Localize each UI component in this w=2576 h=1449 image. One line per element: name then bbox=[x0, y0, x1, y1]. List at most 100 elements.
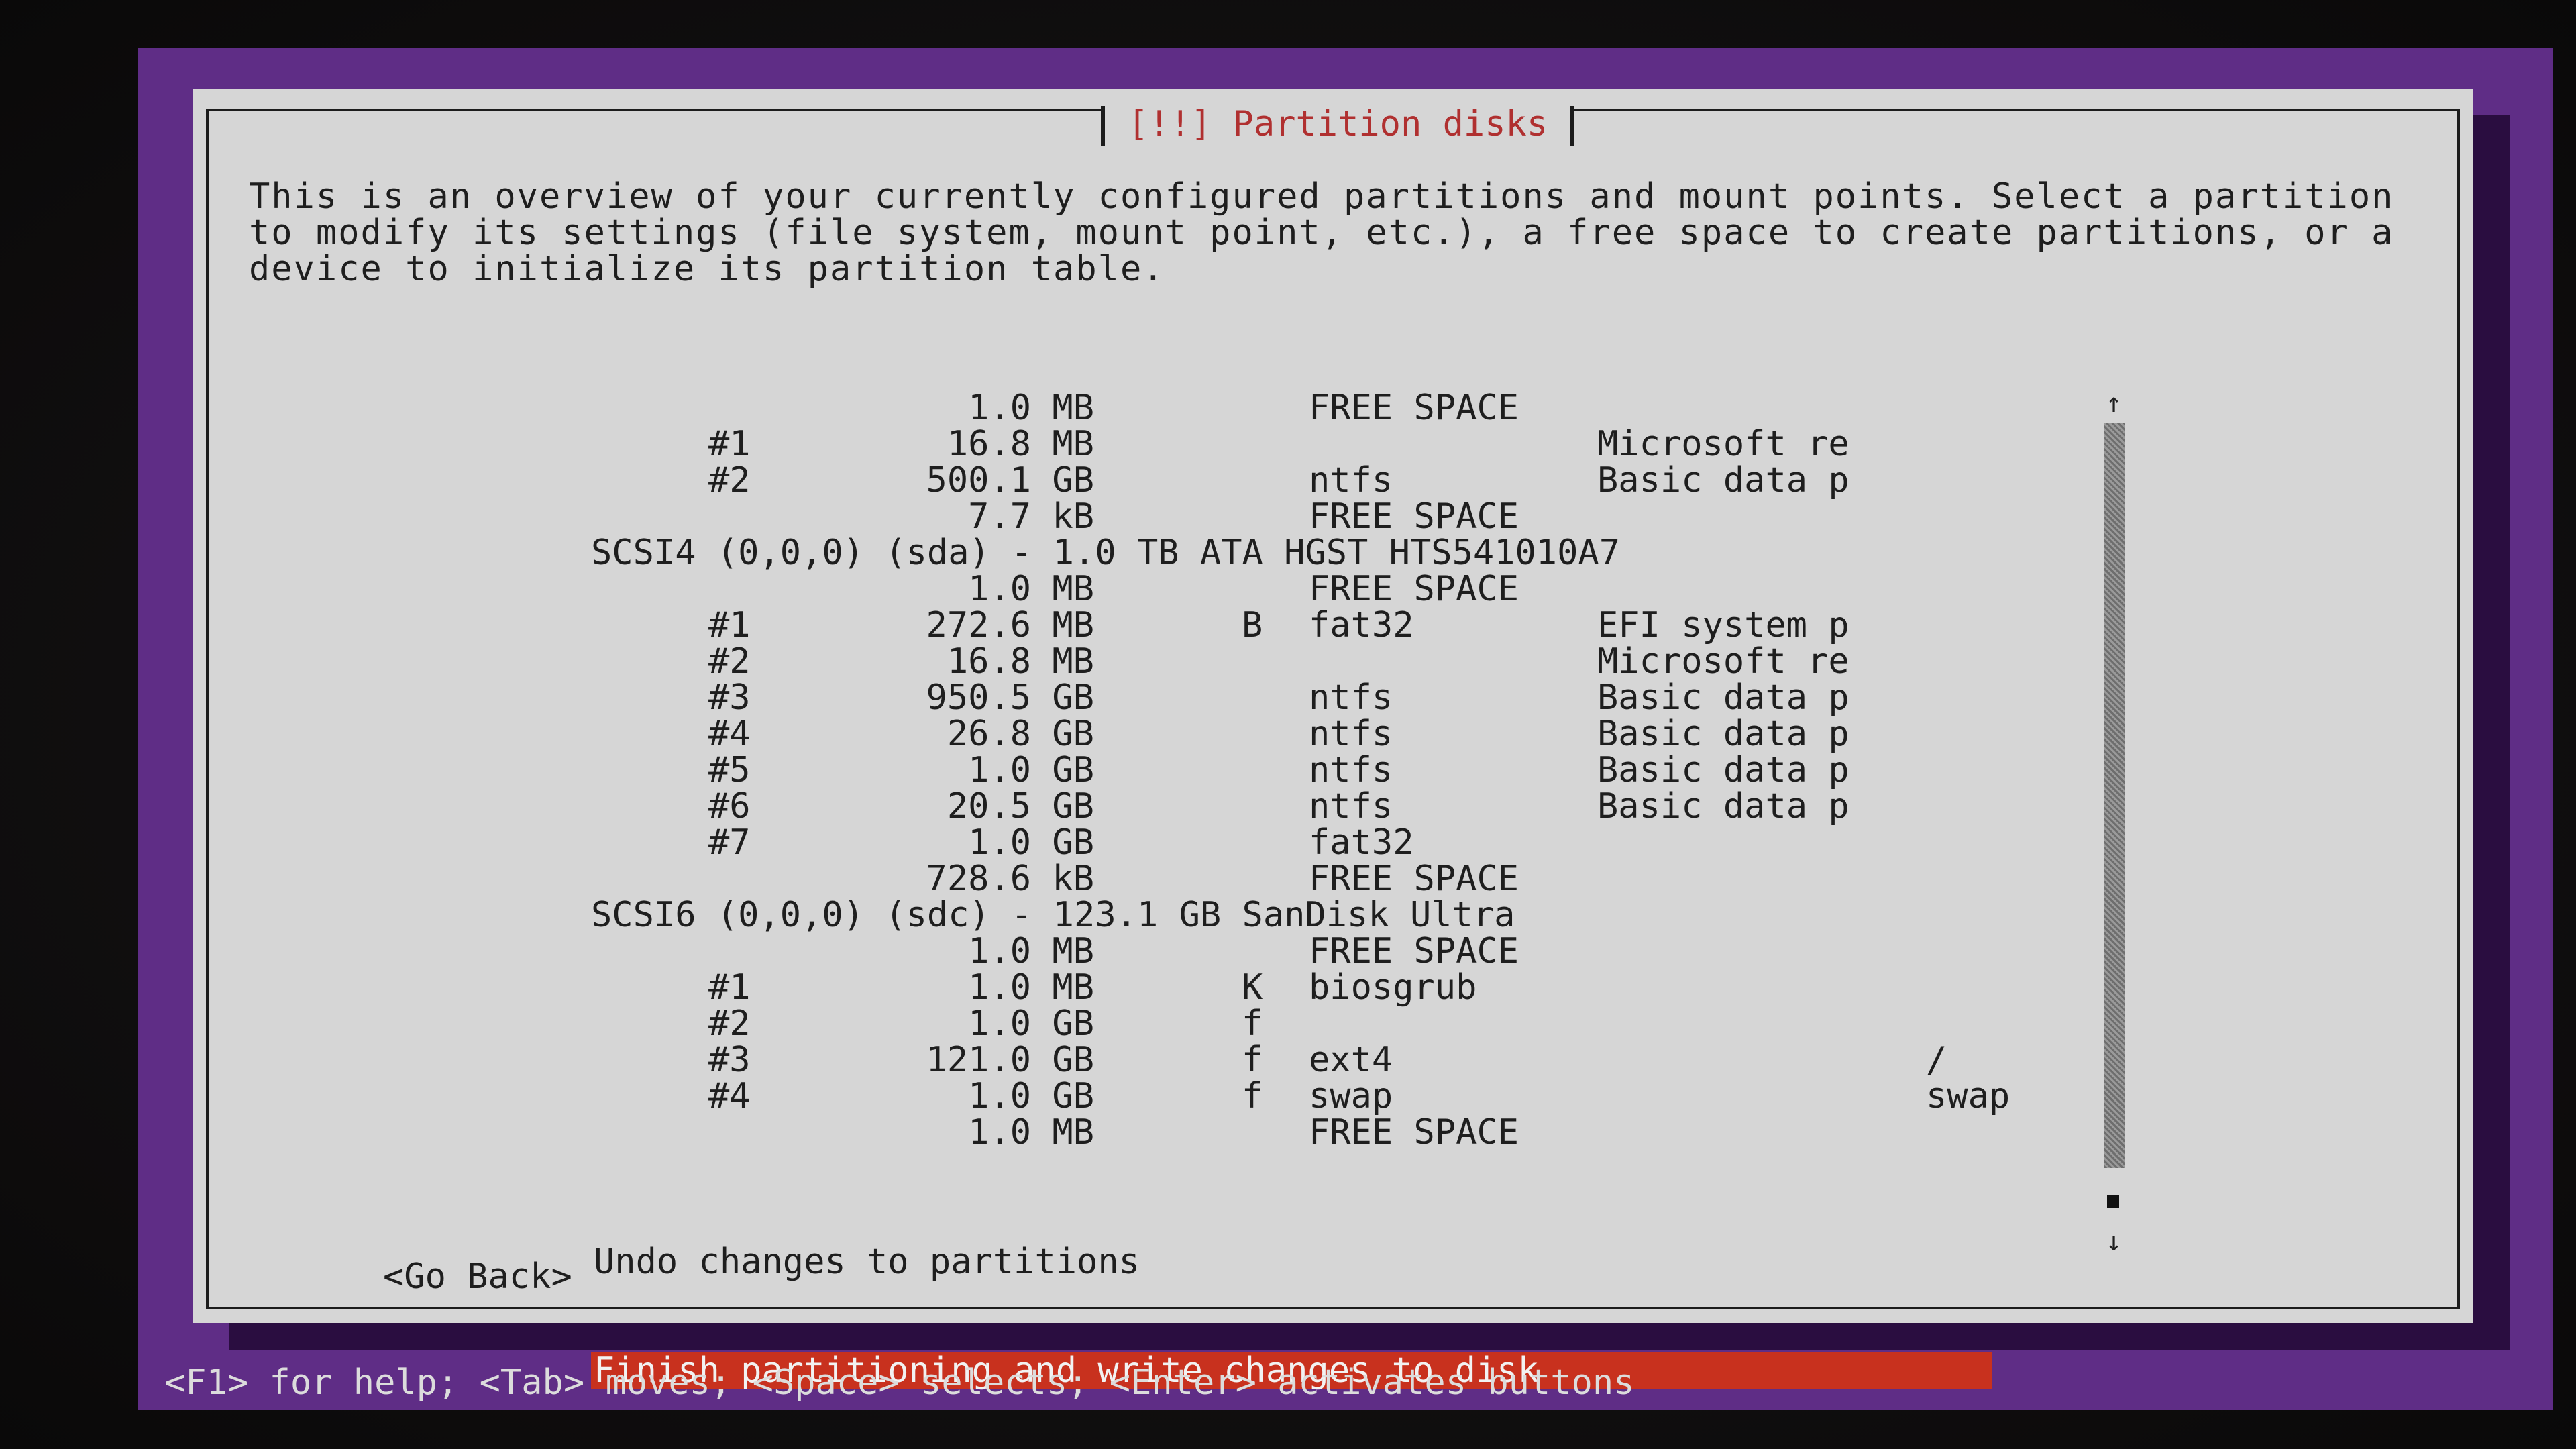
partition-row[interactable]: #2 1.0 GB f bbox=[209, 1006, 2355, 1042]
partition-filesystem: FREE SPACE bbox=[1309, 859, 1519, 899]
partition-list-scrollbar[interactable]: ↑ ↓ bbox=[2100, 390, 2127, 1262]
disk-row[interactable]: SCSI4 (0,0,0) (sda) - 1.0 TB ATA HGST HT… bbox=[209, 535, 2355, 571]
partition-row[interactable]: 7.7 kB FREE SPACE bbox=[209, 498, 2355, 535]
monitor-bezel: [!!] Partition disks This is an overview… bbox=[0, 0, 2576, 1449]
partition-mount-point: / bbox=[1926, 1040, 1947, 1080]
partition-filesystem: FREE SPACE bbox=[1309, 1112, 1519, 1152]
partition-row[interactable]: 728.6 kB FREE SPACE bbox=[209, 861, 2355, 897]
partition-filesystem: ntfs bbox=[1309, 460, 1393, 500]
partition-size: 1.0 MB bbox=[968, 931, 1094, 971]
partition-size: 272.6 MB bbox=[926, 605, 1094, 645]
partition-size: 1.0 MB bbox=[968, 388, 1094, 428]
partition-size: 26.8 GB bbox=[947, 714, 1094, 754]
partition-label: EFI system p bbox=[1597, 605, 1849, 645]
partition-flag: B bbox=[1242, 605, 1263, 645]
partition-number: #2 bbox=[708, 1004, 751, 1044]
partition-row[interactable]: #5 1.0 GB ntfs Basic data p bbox=[209, 752, 2355, 788]
partition-filesystem: fat32 bbox=[1309, 822, 1414, 863]
partition-number: #4 bbox=[708, 1076, 751, 1116]
partition-number: #3 bbox=[708, 678, 751, 718]
partition-label: Microsoft re bbox=[1597, 641, 1849, 682]
partition-dialog: [!!] Partition disks This is an overview… bbox=[193, 89, 2473, 1389]
disk-description: SCSI4 (0,0,0) (sda) - 1.0 TB ATA HGST HT… bbox=[591, 533, 1621, 573]
partition-size: 1.0 GB bbox=[968, 750, 1094, 790]
dialog-title: [!!] Partition disks bbox=[1101, 106, 1575, 146]
undo-changes-item[interactable]: Undo changes to partitions bbox=[591, 1244, 1992, 1280]
partition-row[interactable]: #3 121.0 GB f ext4 / bbox=[209, 1042, 2355, 1078]
partition-size: 1.0 GB bbox=[968, 1004, 1094, 1044]
partition-mount-point: swap bbox=[1926, 1076, 2010, 1116]
partition-filesystem: FREE SPACE bbox=[1309, 388, 1519, 428]
partition-filesystem: FREE SPACE bbox=[1309, 931, 1519, 971]
partition-row[interactable]: #1 1.0 MB Kbiosgrub bbox=[209, 969, 2355, 1006]
partition-row[interactable]: #3 950.5 GB ntfs Basic data p bbox=[209, 680, 2355, 716]
partition-size: 500.1 GB bbox=[926, 460, 1094, 500]
partition-label: Basic data p bbox=[1597, 714, 1849, 754]
partition-flag: K bbox=[1242, 967, 1263, 1008]
partition-size: 16.8 MB bbox=[947, 424, 1094, 464]
partition-size: 1.0 MB bbox=[968, 967, 1094, 1008]
dialog-intro: This is an overview of your currently co… bbox=[249, 176, 2394, 289]
partition-row[interactable]: #2 16.8 MB Microsoft re bbox=[209, 643, 2355, 680]
partition-number: #5 bbox=[708, 750, 751, 790]
partition-list: 1.0 MB FREE SPACE #1 16.8 MB Microsoft re #2 5… bbox=[209, 390, 2355, 1150]
partition-filesystem: FREE SPACE bbox=[1309, 569, 1519, 609]
partition-row[interactable]: #2 500.1 GB ntfs Basic data p bbox=[209, 462, 2355, 498]
partition-size: 1.0 MB bbox=[968, 569, 1094, 609]
partition-flag: f bbox=[1242, 1004, 1263, 1044]
partition-size: 7.7 kB bbox=[968, 496, 1094, 537]
partition-number: #4 bbox=[708, 714, 751, 754]
partition-size: 1.0 GB bbox=[968, 822, 1094, 863]
partition-row[interactable]: #4 26.8 GB ntfs Basic data p bbox=[209, 716, 2355, 752]
partition-size: 1.0 GB bbox=[968, 1076, 1094, 1116]
partition-label: Basic data p bbox=[1597, 460, 1849, 500]
partition-label: Basic data p bbox=[1597, 750, 1849, 790]
partition-number: #2 bbox=[708, 460, 751, 500]
partition-filesystem: FREE SPACE bbox=[1309, 496, 1519, 537]
partition-filesystem: ntfs bbox=[1309, 750, 1393, 790]
partition-row[interactable]: #7 1.0 GB fat32 bbox=[209, 824, 2355, 861]
partition-label: Basic data p bbox=[1597, 786, 1849, 826]
scrollbar-thumb[interactable] bbox=[2107, 1195, 2119, 1208]
partition-row[interactable]: #4 1.0 GB f swap swap bbox=[209, 1078, 2355, 1114]
partition-number: #2 bbox=[708, 641, 751, 682]
disk-row[interactable]: SCSI6 (0,0,0) (sdc) - 123.1 GB SanDisk U… bbox=[209, 897, 2355, 933]
partition-size: 20.5 GB bbox=[947, 786, 1094, 826]
partition-number: #1 bbox=[708, 605, 751, 645]
partition-size: 1.0 MB bbox=[968, 1112, 1094, 1152]
partition-number: #1 bbox=[708, 424, 751, 464]
partition-row[interactable]: #1 16.8 MB Microsoft re bbox=[209, 426, 2355, 462]
partition-number: #7 bbox=[708, 822, 751, 863]
partition-size: 16.8 MB bbox=[947, 641, 1094, 682]
partition-flag: f bbox=[1242, 1076, 1263, 1116]
help-bar: <F1> for help; <Tab> moves; <Space> sele… bbox=[164, 1362, 1635, 1403]
partition-filesystem: ntfs bbox=[1309, 714, 1393, 754]
partition-filesystem: swap bbox=[1309, 1076, 1393, 1116]
scrollbar-track[interactable] bbox=[2104, 423, 2125, 1168]
dialog-frame: [!!] Partition disks This is an overview… bbox=[206, 106, 2460, 1389]
partition-row[interactable]: 1.0 MB FREE SPACE bbox=[209, 1114, 2355, 1150]
installer-screen: [!!] Partition disks This is an overview… bbox=[138, 48, 2553, 1410]
partition-label: Microsoft re bbox=[1597, 424, 1849, 464]
partition-label: Basic data p bbox=[1597, 678, 1849, 718]
partition-number: #1 bbox=[708, 967, 751, 1008]
go-back-button[interactable]: <Go Back> bbox=[383, 1258, 572, 1295]
partition-filesystem: ntfs bbox=[1309, 786, 1393, 826]
partition-number: #6 bbox=[708, 786, 751, 826]
partition-size: 728.6 kB bbox=[926, 859, 1094, 899]
partition-flag: f bbox=[1242, 1040, 1263, 1080]
disk-description: SCSI6 (0,0,0) (sdc) - 123.1 GB SanDisk U… bbox=[591, 895, 1515, 935]
scroll-down-arrow-icon[interactable]: ↓ bbox=[2100, 1228, 2127, 1255]
partition-row[interactable]: 1.0 MB FREE SPACE bbox=[209, 933, 2355, 969]
partition-filesystem: ntfs bbox=[1309, 678, 1393, 718]
partition-filesystem: biosgrub bbox=[1309, 967, 1477, 1008]
partition-row[interactable]: 1.0 MB FREE SPACE bbox=[209, 571, 2355, 607]
scroll-up-arrow-icon[interactable]: ↑ bbox=[2100, 390, 2127, 417]
partition-size: 121.0 GB bbox=[926, 1040, 1094, 1080]
partition-row[interactable]: 1.0 MB FREE SPACE bbox=[209, 390, 2355, 426]
partition-row[interactable]: #1 272.6 MB Bfat32 EFI system p bbox=[209, 607, 2355, 643]
partition-row[interactable]: #6 20.5 GB ntfs Basic data p bbox=[209, 788, 2355, 824]
partition-filesystem: ext4 bbox=[1309, 1040, 1393, 1080]
partition-filesystem: fat32 bbox=[1309, 605, 1414, 645]
partition-number: #3 bbox=[708, 1040, 751, 1080]
